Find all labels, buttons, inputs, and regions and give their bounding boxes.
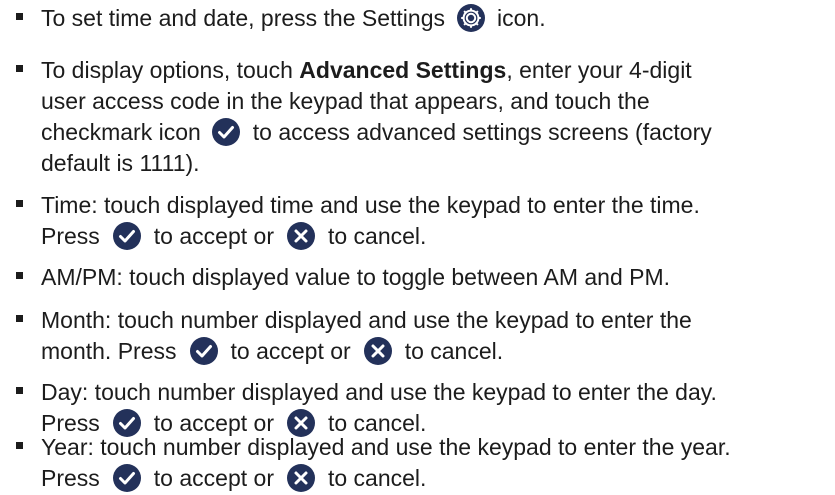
item-text: Time: touch displayed time and use the k… <box>41 192 700 218</box>
item-text: AM/PM: touch displayed value to toggle b… <box>41 264 671 290</box>
cancel-x-icon <box>363 336 393 366</box>
item-text: To display options, touch <box>41 57 293 83</box>
item-text: Year: touch number displayed and use the… <box>41 434 731 460</box>
item-text: to cancel. <box>327 223 427 249</box>
item-text: Press <box>41 465 100 491</box>
cancel-x-icon <box>286 221 316 251</box>
item-text: to access advanced settings screens (fac… <box>252 119 712 145</box>
bullet-icon <box>16 272 23 279</box>
item-text: default is 1111). <box>41 150 200 176</box>
bullet-icon <box>16 387 23 394</box>
bullet-icon <box>16 13 23 20</box>
item-text: to accept or <box>153 465 274 491</box>
item-text: month. Press <box>41 338 177 364</box>
item-text: user access code in the keypad that appe… <box>41 88 650 114</box>
checkmark-icon <box>112 463 142 493</box>
item-text: To set time and date, press the Settings <box>41 5 446 31</box>
bullet-icon <box>16 315 23 322</box>
bullet-icon <box>16 200 23 207</box>
item-text: checkmark icon <box>41 119 201 145</box>
item-text: Day: touch number displayed and use the … <box>41 379 717 405</box>
bullet-icon <box>16 442 23 449</box>
gear-icon <box>456 3 486 33</box>
checkmark-icon <box>211 117 241 147</box>
item-text: , enter your 4-digit <box>506 57 692 83</box>
checkmark-icon <box>189 336 219 366</box>
cancel-x-icon <box>286 463 316 493</box>
bullet-icon <box>16 65 23 72</box>
item-text: to cancel. <box>327 465 427 491</box>
item-text: to cancel. <box>404 338 504 364</box>
item-text: icon. <box>497 5 546 31</box>
item-text: Press <box>41 223 100 249</box>
advanced-settings-label: Advanced Settings <box>299 57 507 83</box>
item-text: to accept or <box>230 338 351 364</box>
checkmark-icon <box>112 221 142 251</box>
item-text: to accept or <box>153 223 274 249</box>
item-text: Month: touch number displayed and use th… <box>41 307 692 333</box>
